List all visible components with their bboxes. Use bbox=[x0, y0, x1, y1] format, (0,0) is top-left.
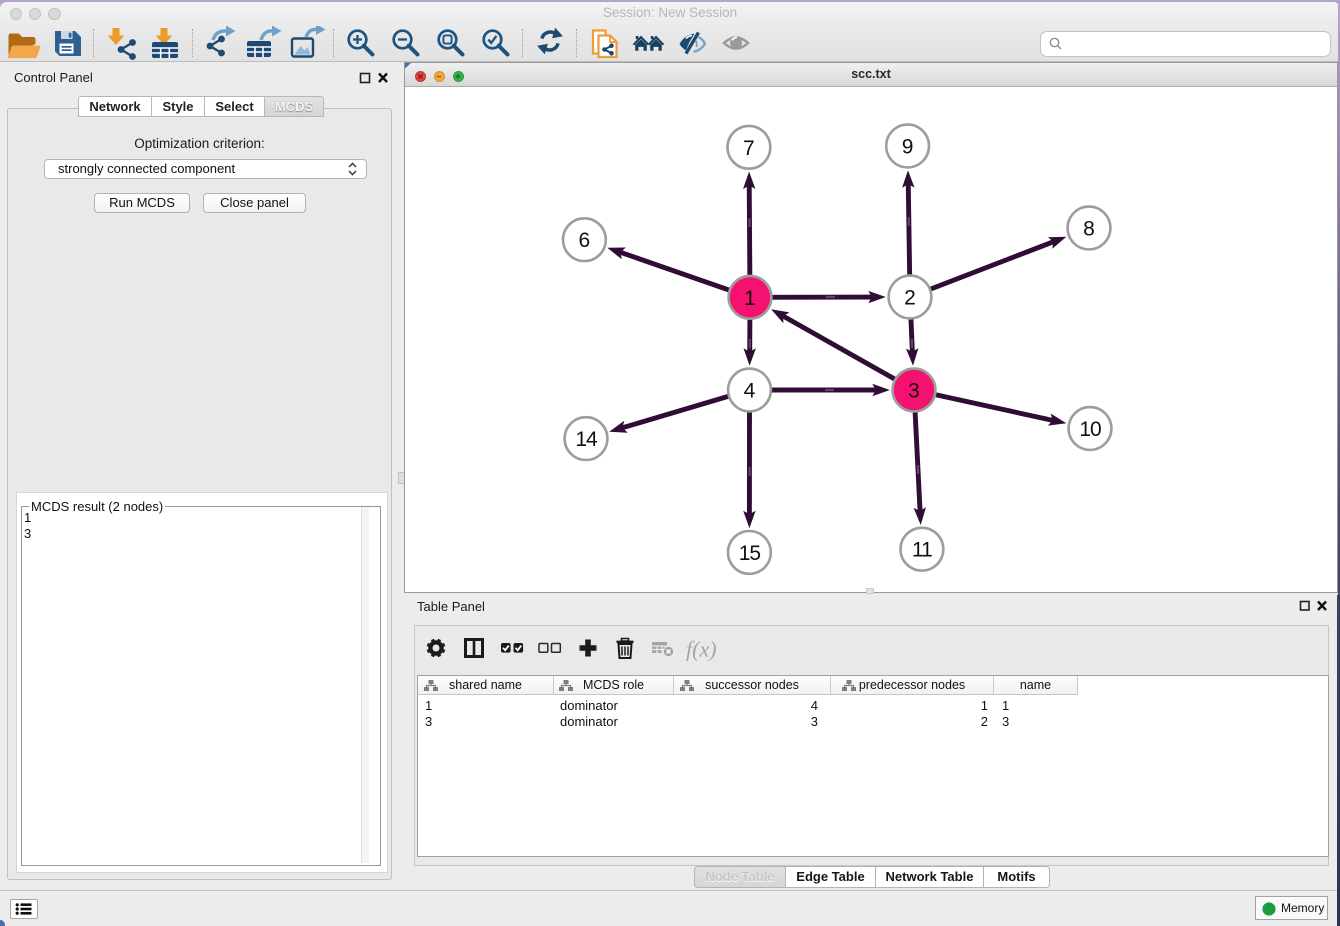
svg-text:1: 1 bbox=[744, 287, 756, 310]
svg-text:3: 3 bbox=[908, 380, 920, 403]
svg-text:4: 4 bbox=[744, 380, 756, 403]
svg-text:14: 14 bbox=[575, 428, 598, 451]
svg-text:9: 9 bbox=[902, 136, 914, 159]
svg-text:15: 15 bbox=[739, 542, 761, 565]
svg-text:2: 2 bbox=[904, 287, 916, 310]
svg-text:10: 10 bbox=[1079, 418, 1101, 441]
svg-text:11: 11 bbox=[912, 539, 932, 562]
svg-text:8: 8 bbox=[1083, 218, 1095, 241]
svg-text:7: 7 bbox=[743, 137, 755, 160]
svg-text:f(x): f(x) bbox=[686, 637, 717, 662]
svg-text:6: 6 bbox=[579, 229, 591, 252]
